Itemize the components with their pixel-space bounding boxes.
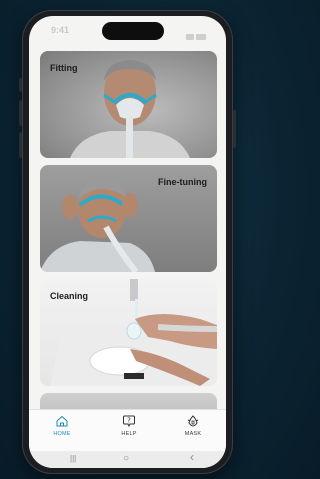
tab-help-label: HELP — [121, 431, 137, 437]
tab-home[interactable]: HOME — [42, 414, 82, 450]
tab-mask-label: MASK — [184, 431, 202, 437]
mute-switch — [19, 78, 22, 92]
mask-icon — [187, 415, 199, 427]
tab-mask[interactable]: MASK — [173, 414, 213, 450]
status-icons — [184, 27, 206, 40]
bottom-tab-bar: HOME ? HELP MASK — [29, 409, 226, 452]
card-fitting[interactable]: Fitting — [40, 51, 217, 158]
status-time: 9:41 — [51, 25, 70, 35]
app-screen: 9:41 Fitting Fine-tuning Cleaning HOME ?… — [29, 16, 226, 468]
tab-home-label: HOME — [53, 431, 71, 437]
svg-text:?: ? — [127, 417, 131, 425]
card-fine-tuning[interactable]: Fine-tuning — [40, 165, 217, 272]
signal-icon — [186, 34, 194, 40]
recents-button[interactable]: ||| — [70, 453, 76, 465]
volume-up-button — [19, 100, 22, 126]
home-nav-button[interactable]: ○ — [123, 453, 129, 465]
card-label-cleaning: Cleaning — [50, 291, 89, 301]
home-icon — [56, 415, 68, 427]
card-label-fine-tuning: Fine-tuning — [158, 177, 207, 187]
dynamic-island — [102, 22, 164, 40]
status-bar: 9:41 — [29, 16, 226, 44]
help-icon: ? — [123, 415, 135, 428]
battery-icon — [196, 34, 206, 40]
card-cleaning[interactable]: Cleaning — [40, 279, 217, 386]
volume-down-button — [19, 132, 22, 158]
card-label-fitting: Fitting — [50, 63, 78, 73]
back-button[interactable]: ‹ — [190, 451, 194, 463]
tab-help[interactable]: ? HELP — [109, 414, 149, 450]
power-button — [233, 110, 236, 148]
system-nav-bar: ||| ○ ‹ — [29, 451, 226, 468]
